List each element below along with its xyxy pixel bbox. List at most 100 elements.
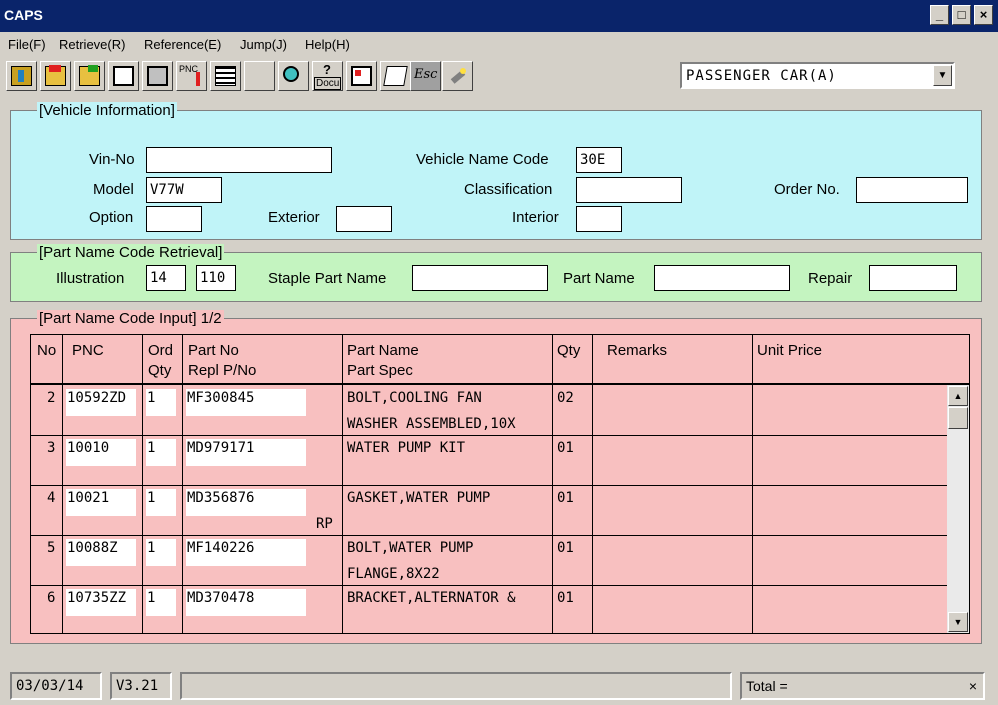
parts-table: No PNC Ord Qty Part No Repl P/No Part Na… [30,334,970,634]
ord-qty-cell[interactable]: 1 [147,390,155,406]
pnc-cell[interactable]: 10592ZD [67,390,126,406]
qty-cell: 01 [557,540,574,556]
pnc-button[interactable]: PNC [176,61,207,91]
monitor-icon [113,66,134,86]
screen-button[interactable] [108,61,139,91]
row-no: 4 [47,490,56,506]
part-name-cell: WATER PUMP KIT [347,440,466,456]
pnc-cell[interactable]: 10021 [67,490,109,506]
repair-field[interactable] [869,265,957,291]
blank-button[interactable] [244,61,275,91]
table-row[interactable]: 6 10735ZZ 1 MD370478 BRACKET,ALTERNATOR … [31,586,947,633]
window-button[interactable] [346,61,377,91]
staple-part-name-field[interactable] [412,265,548,291]
header-part-name: Part Name [347,342,419,359]
row-no: 3 [47,440,56,456]
pnc-cell[interactable]: 10010 [67,440,109,456]
table-row[interactable]: 3 10010 1 MD979171 WATER PUMP KIT 01 [31,436,947,486]
title-bar: CAPS _ □ × [0,0,998,32]
illustration-field-1[interactable]: 14 [146,265,186,291]
part-no-cell[interactable]: MF140226 [187,540,254,556]
illustration-field-2[interactable]: 110 [196,265,236,291]
part-name-label: Part Name [563,270,635,287]
pnc-cell[interactable]: 10088Z [67,540,118,556]
minimize-button[interactable]: _ [930,5,949,25]
list-icon [215,66,236,86]
scroll-thumb[interactable] [948,407,968,429]
table-row[interactable]: 4 10021 1 MD356876 RP GASKET,WATER PUMP … [31,486,947,536]
model-field[interactable]: V77W [146,177,222,203]
part-no-cell[interactable]: MD356876 [187,490,254,506]
order-no-field[interactable] [856,177,968,203]
document-button[interactable]: ? Docu [312,61,343,91]
row-no: 2 [47,390,56,406]
option-field[interactable] [146,206,202,232]
input-legend: [Part Name Code Input] 1/2 [37,310,224,327]
scroll-up-icon[interactable]: ▲ [948,386,968,406]
flashlight-icon [447,66,468,86]
eraser-icon [383,66,408,86]
ord-qty-cell[interactable]: 1 [147,540,155,556]
header-part-no: Part No [188,342,239,359]
qty-cell: 01 [557,490,574,506]
header-pnc: PNC [72,342,104,359]
header-no: No [37,342,57,359]
exterior-field[interactable] [336,206,392,232]
esc-button[interactable]: Esc [410,61,441,91]
vertical-scrollbar[interactable]: ▲ ▼ [947,385,969,633]
status-version: V3.21 [110,672,172,700]
part-no-cell[interactable]: MF300845 [187,390,254,406]
vin-field[interactable] [146,147,332,173]
status-total: Total = × [740,672,985,700]
pnc-cell[interactable]: 10735ZZ [67,590,126,606]
menu-help[interactable]: Help(H) [305,37,350,52]
exterior-label: Exterior [268,209,320,226]
close-button[interactable]: × [974,5,993,25]
part-name-cell: BRACKET,ALTERNATOR & [347,590,516,606]
list-button[interactable] [210,61,241,91]
light-button[interactable] [442,61,473,91]
scroll-down-icon[interactable]: ▼ [948,612,968,632]
close-mark-icon: × [968,678,977,694]
table-row[interactable]: 2 10592ZD 1 MF300845 BOLT,COOLING FAN WA… [31,386,947,436]
classification-field[interactable] [576,177,682,203]
menu-retrieve[interactable]: Retrieve(R) [59,37,125,52]
qty-cell: 02 [557,390,574,406]
status-date: 03/03/14 [10,672,102,700]
ord-qty-cell[interactable]: 1 [147,590,155,606]
ord-qty-cell[interactable]: 1 [147,440,155,456]
part-no-cell[interactable]: MD979171 [187,440,254,456]
status-bar: 03/03/14 V3.21 Total = × [0,664,998,705]
clear-button[interactable] [380,61,411,91]
header-remarks: Remarks [607,342,668,359]
print-button[interactable] [142,61,173,91]
chevron-down-icon[interactable]: ▼ [933,65,952,86]
ord-qty-cell[interactable]: 1 [147,490,155,506]
open-folder-button[interactable] [40,61,71,91]
part-no-cell[interactable]: MD370478 [187,590,254,606]
interior-field[interactable] [576,206,622,232]
menu-reference[interactable]: Reference(E) [144,37,221,52]
header-ord-qty: Qty [148,362,172,379]
part-name-cell: BOLT,WATER PUMP [347,540,474,556]
exit-button[interactable] [6,61,37,91]
header-unit-price: Unit Price [757,342,823,359]
folder-open-icon [45,65,66,86]
search-button[interactable] [278,61,309,91]
repl-cell: RP [316,516,333,532]
vehicle-name-code-field[interactable]: 30E [576,147,622,173]
maximize-button[interactable]: □ [952,5,971,25]
option-label: Option [89,209,134,226]
vehicle-name-code-label: Vehicle Name Code [416,151,549,168]
qty-cell: 01 [557,590,574,606]
part-name-field[interactable] [654,265,790,291]
menu-jump[interactable]: Jump(J) [240,37,287,52]
part-spec-cell: WASHER ASSEMBLED,10X [347,416,516,432]
table-row[interactable]: 5 10088Z 1 MF140226 BOLT,WATER PUMP FLAN… [31,536,947,586]
part-name-cell: GASKET,WATER PUMP [347,490,491,506]
vin-label: Vin-No [89,151,135,168]
save-folder-button[interactable] [74,61,105,91]
vehicle-type-select[interactable]: PASSENGER CAR(A) ▼ [680,62,955,89]
menu-file[interactable]: File(F) [8,37,46,52]
vehicle-info-panel: [Vehicle Information] Vin-No Vehicle Nam… [10,102,982,240]
